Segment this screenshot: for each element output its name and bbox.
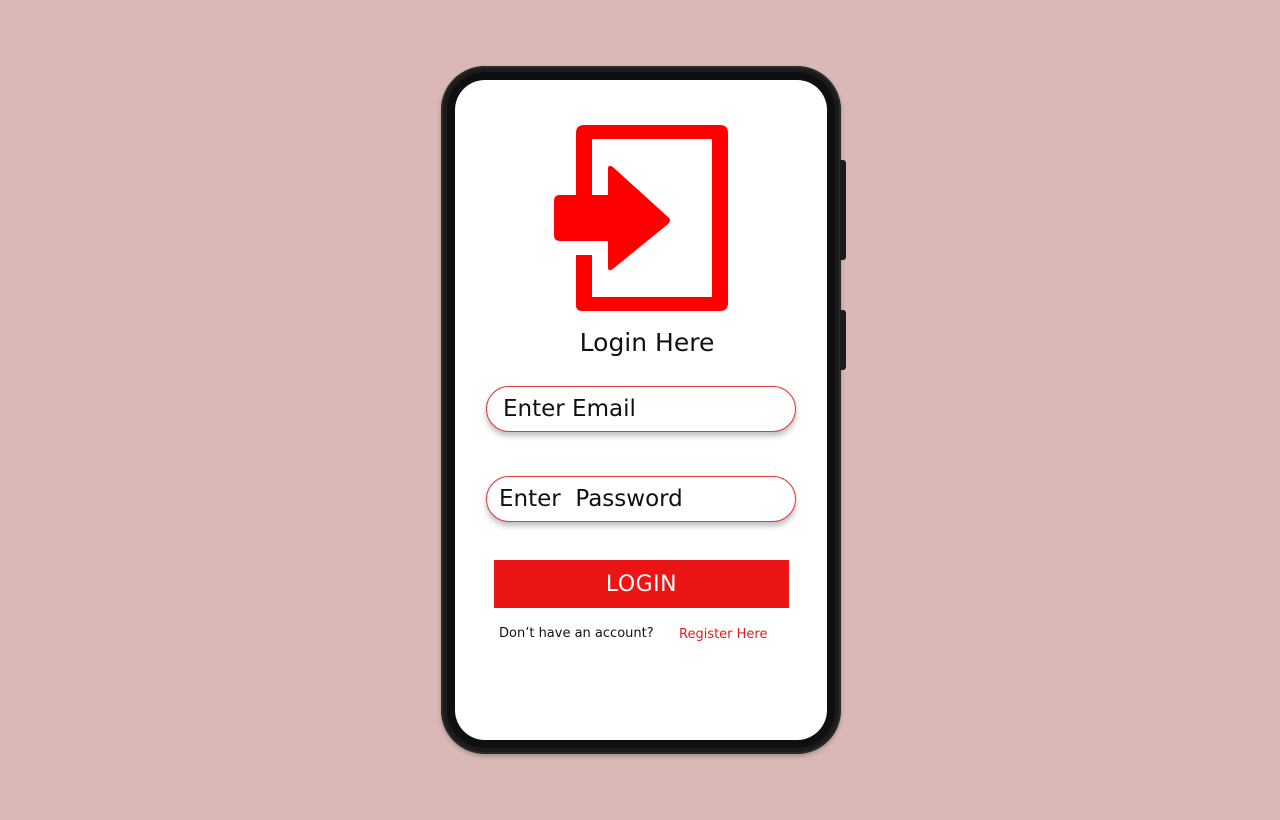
no-account-text: Don’t have an account?	[499, 626, 654, 641]
page-title: Login Here	[579, 328, 715, 357]
password-field[interactable]	[486, 476, 796, 522]
phone-side-button-bottom	[840, 310, 846, 370]
email-field[interactable]	[486, 386, 796, 432]
phone-side-button-top	[840, 160, 846, 260]
register-link[interactable]: Register Here	[679, 627, 768, 642]
phone-screen: Login Here LOGIN Don’t have an account? …	[455, 80, 827, 740]
login-button[interactable]: LOGIN	[494, 560, 789, 608]
login-door-arrow-icon	[554, 125, 728, 311]
